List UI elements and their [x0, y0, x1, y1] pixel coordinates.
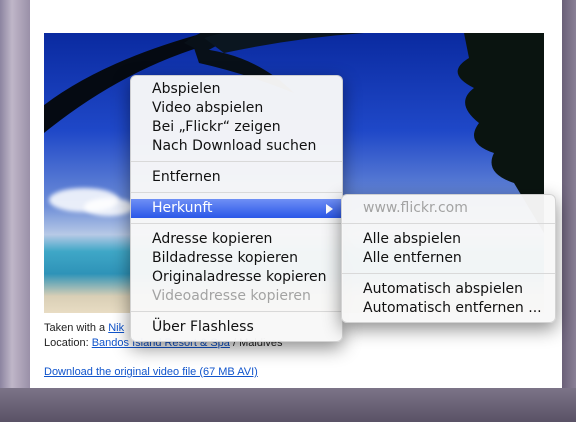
menu-separator	[131, 192, 342, 193]
camera-link[interactable]: Nik	[108, 322, 124, 334]
submenu-arrow-icon	[326, 204, 333, 214]
menu-separator	[131, 311, 342, 312]
cloud	[84, 198, 134, 216]
desktop-background-bottom	[0, 388, 576, 422]
submenu-item-auto-play[interactable]: Automatisch abspielen	[342, 280, 555, 299]
desktop-background-right	[562, 0, 576, 422]
submenu-item-auto-remove[interactable]: Automatisch entfernen ...	[342, 299, 555, 318]
menu-item-origin[interactable]: Herkunft	[131, 199, 342, 218]
menu-item-origin-label: Herkunft	[152, 200, 213, 216]
menu-separator	[342, 223, 555, 224]
menu-item-copy-original-address[interactable]: Originaladresse kopieren	[131, 268, 342, 287]
taken-prefix: Taken with a	[44, 322, 106, 334]
menu-item-search-download[interactable]: Nach Download suchen	[131, 137, 342, 156]
menu-separator	[131, 223, 342, 224]
menu-item-play[interactable]: Abspielen	[131, 80, 342, 99]
menu-item-copy-image-address[interactable]: Bildadresse kopieren	[131, 249, 342, 268]
location-prefix: Location:	[44, 337, 89, 349]
menu-item-copy-video-address: Videoadresse kopieren	[152, 288, 311, 304]
submenu-item-play-all[interactable]: Alle abspielen	[342, 230, 555, 249]
menu-item-copy-address[interactable]: Adresse kopieren	[131, 230, 342, 249]
submenu-item-remove-all[interactable]: Alle entfernen	[342, 249, 555, 268]
desktop-background-left	[0, 0, 30, 422]
download-video-link[interactable]: Download the original video file (67 MB …	[44, 366, 258, 378]
menu-item-about-flashless[interactable]: Über Flashless	[131, 318, 342, 337]
context-menu: Abspielen Video abspielen Bei „Flickr“ z…	[130, 75, 343, 342]
menu-separator	[342, 273, 555, 274]
menu-separator	[131, 161, 342, 162]
origin-submenu: www.flickr.com Alle abspielen Alle entfe…	[341, 194, 556, 323]
menu-item-remove[interactable]: Entfernen	[131, 168, 342, 187]
menu-item-play-video[interactable]: Video abspielen	[131, 99, 342, 118]
taken-with-line: Taken with a Nik	[44, 322, 124, 334]
menu-item-show-on-flickr[interactable]: Bei „Flickr“ zeigen	[131, 118, 342, 137]
submenu-item-source: www.flickr.com	[363, 200, 468, 216]
